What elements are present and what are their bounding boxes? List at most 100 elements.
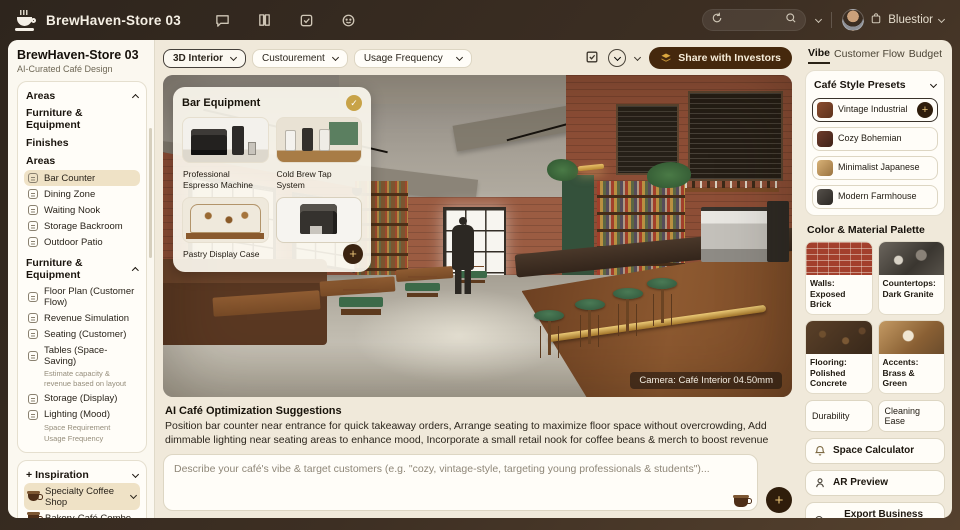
sidebar-item-floor-plan[interactable]: Floor Plan (Customer Flow): [24, 283, 140, 310]
topbar: BrewHaven-Store 03: [0, 0, 960, 40]
outdoor-patio-icon: [28, 237, 38, 247]
design-canvas[interactable]: Bar Equipment ✓ Professional Espresso Ma…: [163, 75, 792, 397]
app-logo[interactable]: BrewHaven-Store 03: [16, 11, 181, 29]
waiting-nook-icon: [28, 205, 38, 215]
coffee-cup-logo-icon: [16, 11, 38, 29]
prompt-input[interactable]: [163, 454, 758, 511]
furniture-section-header[interactable]: Furniture & Equipment: [24, 255, 140, 283]
areas-section-label: Areas: [24, 152, 140, 170]
suggestions-body: Position bar counter near entrance for q…: [165, 419, 790, 447]
preset-thumbnail: [817, 102, 833, 118]
palette-countertops[interactable]: Countertops: Dark Granite: [878, 241, 946, 315]
palette-walls[interactable]: Walls: Exposed Brick: [805, 241, 873, 315]
filter-dropdown-2[interactable]: Usage Frequency: [354, 49, 472, 68]
coffee-cup-icon: [28, 493, 39, 501]
revenue-simulation-icon: [28, 313, 38, 323]
chevron-down-icon[interactable]: [634, 53, 641, 60]
chevron-up-icon: [132, 93, 139, 100]
inspiration-item-specialty[interactable]: Specialty Coffee Shop: [24, 483, 140, 510]
tab-customer-flow[interactable]: Customer Flow: [834, 48, 905, 63]
palette-image-granite: [879, 242, 945, 275]
sidebar-item-tables[interactable]: Tables (Space-Saving): [24, 342, 140, 369]
equipment-label: Professional Espresso Machine: [182, 168, 269, 192]
divider: [831, 12, 832, 28]
sidebar-item-lighting[interactable]: Lighting (Mood): [24, 407, 140, 423]
seating-icon: [28, 329, 38, 339]
view-mode-dropdown[interactable]: 3D Interior: [163, 49, 246, 68]
search-icon[interactable]: [785, 11, 797, 29]
preset-cozy-bohemian[interactable]: Cozy Bohemian: [812, 127, 938, 151]
coffee-cup-icon[interactable]: [734, 497, 748, 507]
preset-vintage-industrial[interactable]: Vintage Industrial +: [812, 98, 938, 122]
equipment-label: Cold Brew Tap System: [276, 168, 363, 192]
right-panel: Vibe Customer Flow Budget Café Style Pre…: [800, 40, 952, 518]
inspiration-header[interactable]: + Inspiration: [24, 467, 140, 483]
nav-link-furniture[interactable]: Furniture & Equipment: [24, 104, 140, 134]
inspiration-item-bakery[interactable]: Bakery-Café Combo: [24, 510, 140, 518]
person-icon: [814, 477, 826, 489]
sidebar-item-waiting-nook[interactable]: Waiting Nook: [24, 202, 140, 218]
sidebar-item-bar-counter[interactable]: Bar Counter: [24, 170, 140, 186]
presets-header[interactable]: Café Style Presets: [812, 77, 938, 93]
palette-image-concrete: [806, 321, 872, 354]
nav-header-areas[interactable]: Areas: [24, 88, 140, 104]
sidebar-item-revenue-simulation[interactable]: Revenue Simulation: [24, 310, 140, 326]
add-equipment-button[interactable]: +: [343, 244, 363, 264]
storage-backroom-icon: [28, 221, 38, 231]
space-calculator-button[interactable]: Space Calculator: [805, 438, 945, 464]
edit-check-icon[interactable]: [299, 13, 314, 28]
chevron-down-icon: [930, 80, 937, 87]
right-tabs: Vibe Customer Flow Budget: [805, 47, 945, 64]
main-window: BrewHaven-Store 03 AI-Curated Café Desig…: [8, 40, 952, 518]
tab-vibe[interactable]: Vibe: [808, 47, 830, 64]
sidebar-scrollbar[interactable]: [149, 128, 152, 258]
nav-link-finishes[interactable]: Finishes: [24, 134, 140, 152]
preset-minimalist-japanese[interactable]: Minimalist Japanese: [812, 156, 938, 180]
palette-flooring[interactable]: Flooring: Polished Concrete: [805, 320, 873, 394]
durability-chip[interactable]: Durability: [805, 400, 873, 432]
ar-preview-button[interactable]: AR Preview: [805, 470, 945, 496]
chat-icon[interactable]: [215, 13, 230, 28]
equipment-thumb-pastry-case[interactable]: [182, 197, 269, 243]
storage-display-icon: [28, 394, 38, 404]
sidebar-item-dining-zone[interactable]: Dining Zone: [24, 186, 140, 202]
select-mode-icon[interactable]: [585, 50, 599, 67]
equipment-thumb-machine[interactable]: [276, 197, 363, 243]
sidebar-item-outdoor-patio[interactable]: Outdoor Patio: [24, 234, 140, 250]
submit-plus-button[interactable]: +: [766, 487, 792, 513]
sidebar-item-storage-backroom[interactable]: Storage Backroom: [24, 218, 140, 234]
canvas-toolbar: 3D Interior Custourement Usage Frequency…: [163, 46, 792, 70]
sidebar-item-seating[interactable]: Seating (Customer): [24, 326, 140, 342]
user-menu[interactable]: Bluestior: [842, 9, 944, 31]
sidebar-item-storage-display[interactable]: Storage (Display): [24, 391, 140, 407]
project-title: BrewHaven-Store 03: [17, 48, 147, 62]
lighting-icon: [28, 410, 38, 420]
chevron-up-icon: [132, 267, 139, 274]
equipment-thumb-cold-brew[interactable]: [276, 117, 363, 163]
search-input[interactable]: [702, 9, 806, 31]
add-preset-button[interactable]: +: [917, 102, 933, 118]
plus-icon: +: [26, 469, 32, 481]
cleaning-ease-chip[interactable]: Cleaning Ease: [878, 400, 946, 432]
share-with-investors-button[interactable]: Share with Investors: [649, 47, 792, 69]
check-badge[interactable]: ✓: [346, 95, 362, 111]
palette-accents[interactable]: Accents: Brass & Green: [878, 320, 946, 394]
camera-label: Camera: Café Interior 04.50mm: [630, 372, 782, 389]
collapse-circle-icon[interactable]: [608, 49, 626, 67]
chevron-down-icon[interactable]: [815, 15, 822, 22]
preset-modern-farmhouse[interactable]: Modern Farmhouse: [812, 185, 938, 209]
refresh-icon[interactable]: [711, 11, 723, 29]
tab-budget[interactable]: Budget: [909, 48, 942, 63]
preset-thumbnail: [817, 131, 833, 147]
tables-subtext: Estimate capacity & revenue based on lay…: [24, 369, 140, 391]
export-proposal-button[interactable]: Export Business Proposal: [805, 502, 945, 518]
preset-thumbnail: [817, 160, 833, 176]
book-icon[interactable]: [257, 13, 272, 28]
avatar: [842, 9, 864, 31]
filter-dropdown-1[interactable]: Custourement: [252, 49, 348, 68]
smiley-icon[interactable]: [341, 13, 356, 28]
footnote-space-requirement: Space Requirement: [24, 423, 140, 435]
equipment-thumb-espresso[interactable]: [182, 117, 269, 163]
floor-plan-icon: [28, 292, 38, 302]
areas-card: Areas Furniture & Equipment Finishes Are…: [17, 81, 147, 453]
